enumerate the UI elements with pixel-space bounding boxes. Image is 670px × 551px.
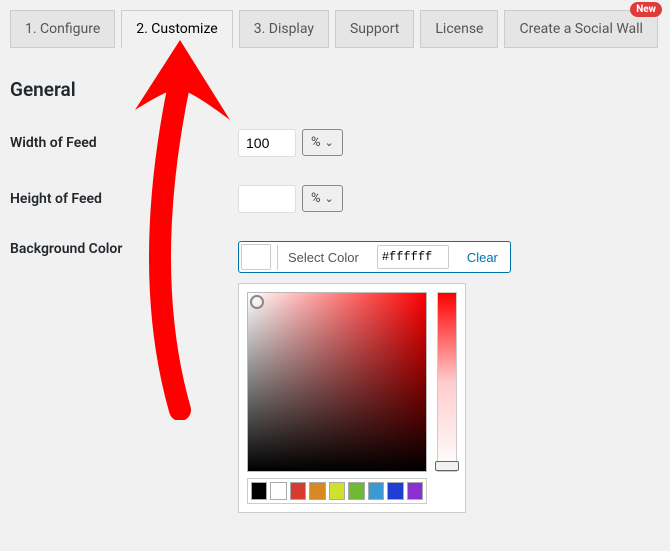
palette-swatch[interactable] bbox=[309, 482, 325, 500]
height-unit-select[interactable]: % ⌄ bbox=[302, 185, 343, 212]
bgcolor-label: Background Color bbox=[10, 241, 238, 257]
palette-swatch[interactable] bbox=[348, 482, 364, 500]
row-bgcolor: Background Color Select Color Clear bbox=[10, 241, 660, 513]
width-unit-label: % bbox=[311, 135, 321, 150]
current-color-swatch[interactable] bbox=[241, 244, 271, 270]
color-picker-controls: Select Color Clear bbox=[238, 241, 511, 273]
row-width: Width of Feed % ⌄ bbox=[10, 129, 660, 157]
height-unit-label: % bbox=[311, 191, 321, 206]
tab-customize[interactable]: 2. Customize bbox=[121, 10, 232, 48]
height-label: Height of Feed bbox=[10, 191, 238, 207]
saturation-lightness-area[interactable] bbox=[247, 292, 427, 472]
new-badge: New bbox=[630, 2, 662, 17]
tab-license[interactable]: License bbox=[420, 10, 498, 48]
height-input[interactable] bbox=[238, 185, 296, 213]
palette-swatch[interactable] bbox=[329, 482, 345, 500]
palette-swatch[interactable] bbox=[407, 482, 423, 500]
tab-support[interactable]: Support bbox=[335, 10, 414, 48]
width-unit-select[interactable]: % ⌄ bbox=[302, 129, 343, 156]
palette-swatch[interactable] bbox=[251, 482, 267, 500]
select-color-button[interactable]: Select Color bbox=[277, 245, 369, 270]
palette-swatch[interactable] bbox=[368, 482, 384, 500]
hex-input[interactable] bbox=[377, 245, 449, 269]
section-general-heading: General bbox=[10, 78, 660, 101]
width-label: Width of Feed bbox=[10, 135, 238, 151]
palette-row bbox=[247, 478, 427, 504]
clear-button[interactable]: Clear bbox=[457, 245, 508, 270]
color-picker-panel bbox=[238, 283, 466, 513]
tab-configure[interactable]: 1. Configure bbox=[10, 10, 115, 48]
palette-swatch[interactable] bbox=[290, 482, 306, 500]
picker-cursor-icon bbox=[250, 295, 264, 309]
palette-swatch[interactable] bbox=[270, 482, 286, 500]
palette-swatch[interactable] bbox=[387, 482, 403, 500]
chevron-down-icon: ⌄ bbox=[325, 192, 334, 205]
tab-bar: 1. Configure 2. Customize 3. Display Sup… bbox=[0, 0, 670, 48]
tab-display[interactable]: 3. Display bbox=[239, 10, 329, 48]
content-area: General Width of Feed % ⌄ Height of Feed… bbox=[0, 48, 670, 551]
width-input[interactable] bbox=[238, 129, 296, 157]
chevron-down-icon: ⌄ bbox=[325, 136, 334, 149]
hue-slider[interactable] bbox=[437, 292, 457, 472]
row-height: Height of Feed % ⌄ bbox=[10, 185, 660, 213]
hue-thumb[interactable] bbox=[435, 461, 459, 471]
